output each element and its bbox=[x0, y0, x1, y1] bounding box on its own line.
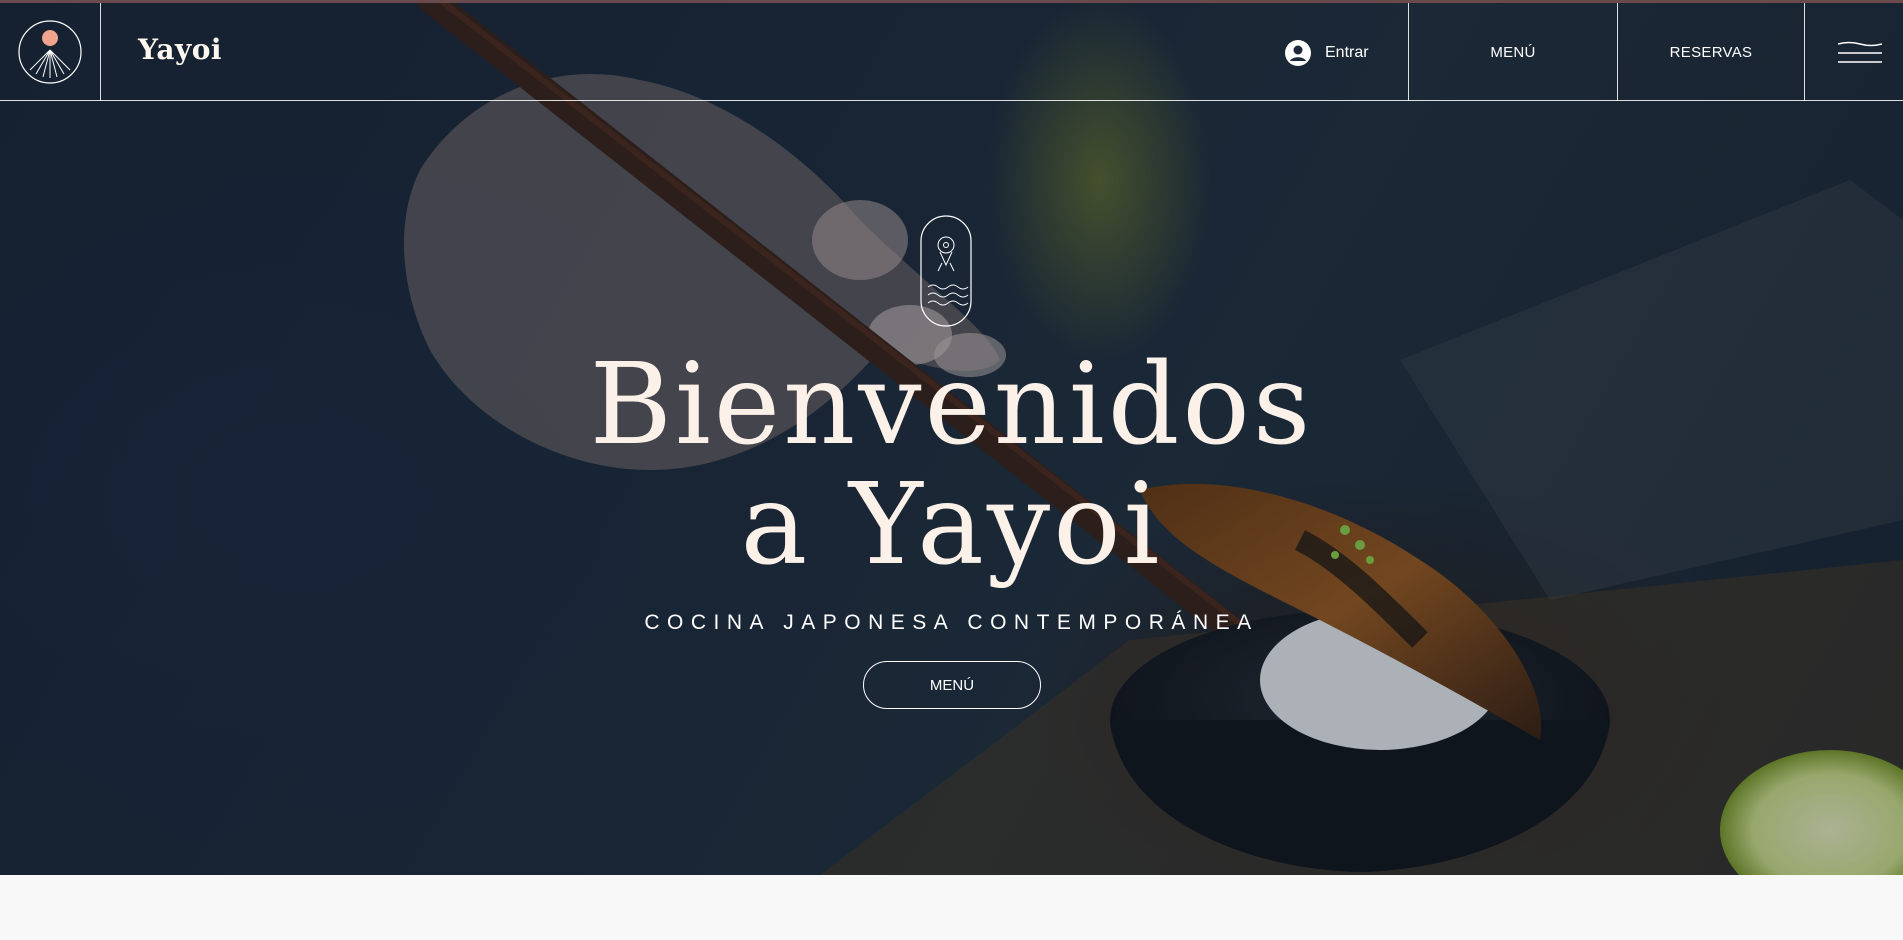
nav-menu-link[interactable]: MENÚ bbox=[1409, 3, 1617, 101]
hamburger-menu-icon[interactable] bbox=[1838, 41, 1882, 65]
sun-logo-icon[interactable] bbox=[18, 20, 82, 84]
nav-reservations-link[interactable]: RESERVAS bbox=[1618, 3, 1804, 101]
user-avatar-icon bbox=[1285, 40, 1311, 66]
hero-title-line1: Bienvenidos bbox=[589, 340, 1314, 470]
hero-title: Bienvenidos a Yayoi bbox=[0, 345, 1903, 585]
site-header: Yayoi Entrar MENÚ RESERVAS bbox=[0, 3, 1903, 101]
login-label: Entrar bbox=[1325, 44, 1369, 61]
login-button[interactable]: Entrar bbox=[1285, 39, 1369, 67]
hero-subtitle: COCINA JAPONESA CONTEMPORÁNEA bbox=[644, 611, 1259, 634]
header-divider bbox=[1804, 3, 1805, 101]
fish-waves-icon bbox=[920, 215, 972, 327]
brand-name[interactable]: Yayoi bbox=[138, 33, 222, 66]
below-hero-section bbox=[0, 875, 1903, 940]
header-divider bbox=[100, 3, 101, 101]
hero-menu-button[interactable]: MENÚ bbox=[863, 661, 1041, 709]
hero-section: Yayoi Entrar MENÚ RESERVAS Bienvenidos a… bbox=[0, 0, 1903, 875]
hero-title-line2: a Yayoi bbox=[740, 460, 1163, 590]
